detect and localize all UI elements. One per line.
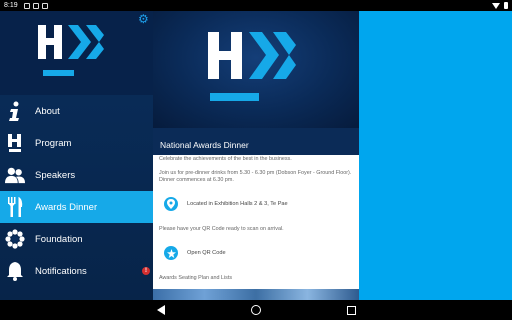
recent-apps-icon[interactable] xyxy=(346,305,356,315)
settings-gear-icon[interactable]: ⚙ xyxy=(138,13,150,25)
location-row[interactable]: Located in Exhibition Halls 2 & 3, Te Pa… xyxy=(159,197,353,211)
notification-icon xyxy=(23,2,30,9)
notification-icon xyxy=(41,2,48,9)
page-title: National Awards Dinner xyxy=(153,128,359,155)
drawer-header: ⚙ xyxy=(0,11,153,95)
menu-item-foundation[interactable]: Foundation xyxy=(0,223,153,255)
wifi-icon xyxy=(492,2,500,9)
menu-item-speakers[interactable]: Speakers xyxy=(0,159,153,191)
status-time: 8:19 xyxy=(4,2,18,9)
seating-plan-link[interactable]: Awards Seating Plan and Lists xyxy=(159,275,353,282)
side-panel xyxy=(359,11,512,300)
menu-label: Program xyxy=(35,137,72,149)
menu-label: Notifications xyxy=(35,265,87,277)
back-icon[interactable] xyxy=(156,305,165,315)
event-details: Join us for pre-dinner drinks from 5.30 … xyxy=(159,170,352,183)
notification-icon xyxy=(32,2,39,9)
bell-icon xyxy=(5,261,25,281)
qr-prompt: Please have your QR Code ready to scan o… xyxy=(159,226,284,232)
flower-icon xyxy=(5,229,25,249)
location-pin-icon xyxy=(164,197,178,211)
menu-item-awards-dinner[interactable]: Awards Dinner xyxy=(0,191,153,223)
menu-label: Foundation xyxy=(35,233,83,245)
menu-item-program[interactable]: Program xyxy=(0,127,153,159)
hx-logo xyxy=(38,25,104,76)
star-icon xyxy=(164,246,178,260)
hx-logo xyxy=(208,32,296,101)
system-nav-bar xyxy=(0,300,512,320)
menu-label: About xyxy=(35,105,60,117)
location-text: Located in Exhibition Halls 2 & 3, Te Pa… xyxy=(187,200,288,207)
cutlery-icon xyxy=(5,197,25,217)
hero-banner xyxy=(153,11,359,128)
menu-label: Awards Dinner xyxy=(35,201,98,213)
venue-image xyxy=(153,289,359,300)
navigation-drawer: ⚙ About Program Speakers Awards Dinner F… xyxy=(0,11,153,300)
menu-label: Speakers xyxy=(35,169,76,181)
menu-item-notifications[interactable]: Notifications ! xyxy=(0,255,153,287)
home-icon[interactable] xyxy=(250,305,261,315)
status-bar: 8:19 xyxy=(0,0,512,11)
event-detail-panel: National Awards Dinner Celebrate the ach… xyxy=(153,11,359,300)
notification-badge: ! xyxy=(142,267,150,275)
program-h-icon xyxy=(5,133,25,153)
drawer-menu: About Program Speakers Awards Dinner Fou… xyxy=(0,95,153,287)
battery-icon xyxy=(504,2,508,9)
info-icon xyxy=(5,101,25,121)
people-icon xyxy=(5,165,25,185)
open-qr-button[interactable]: Open QR Code xyxy=(159,246,353,260)
event-description: Celebrate the achievements of the best i… xyxy=(159,156,292,162)
menu-item-about[interactable]: About xyxy=(0,95,153,127)
open-qr-label: Open QR Code xyxy=(187,249,226,256)
